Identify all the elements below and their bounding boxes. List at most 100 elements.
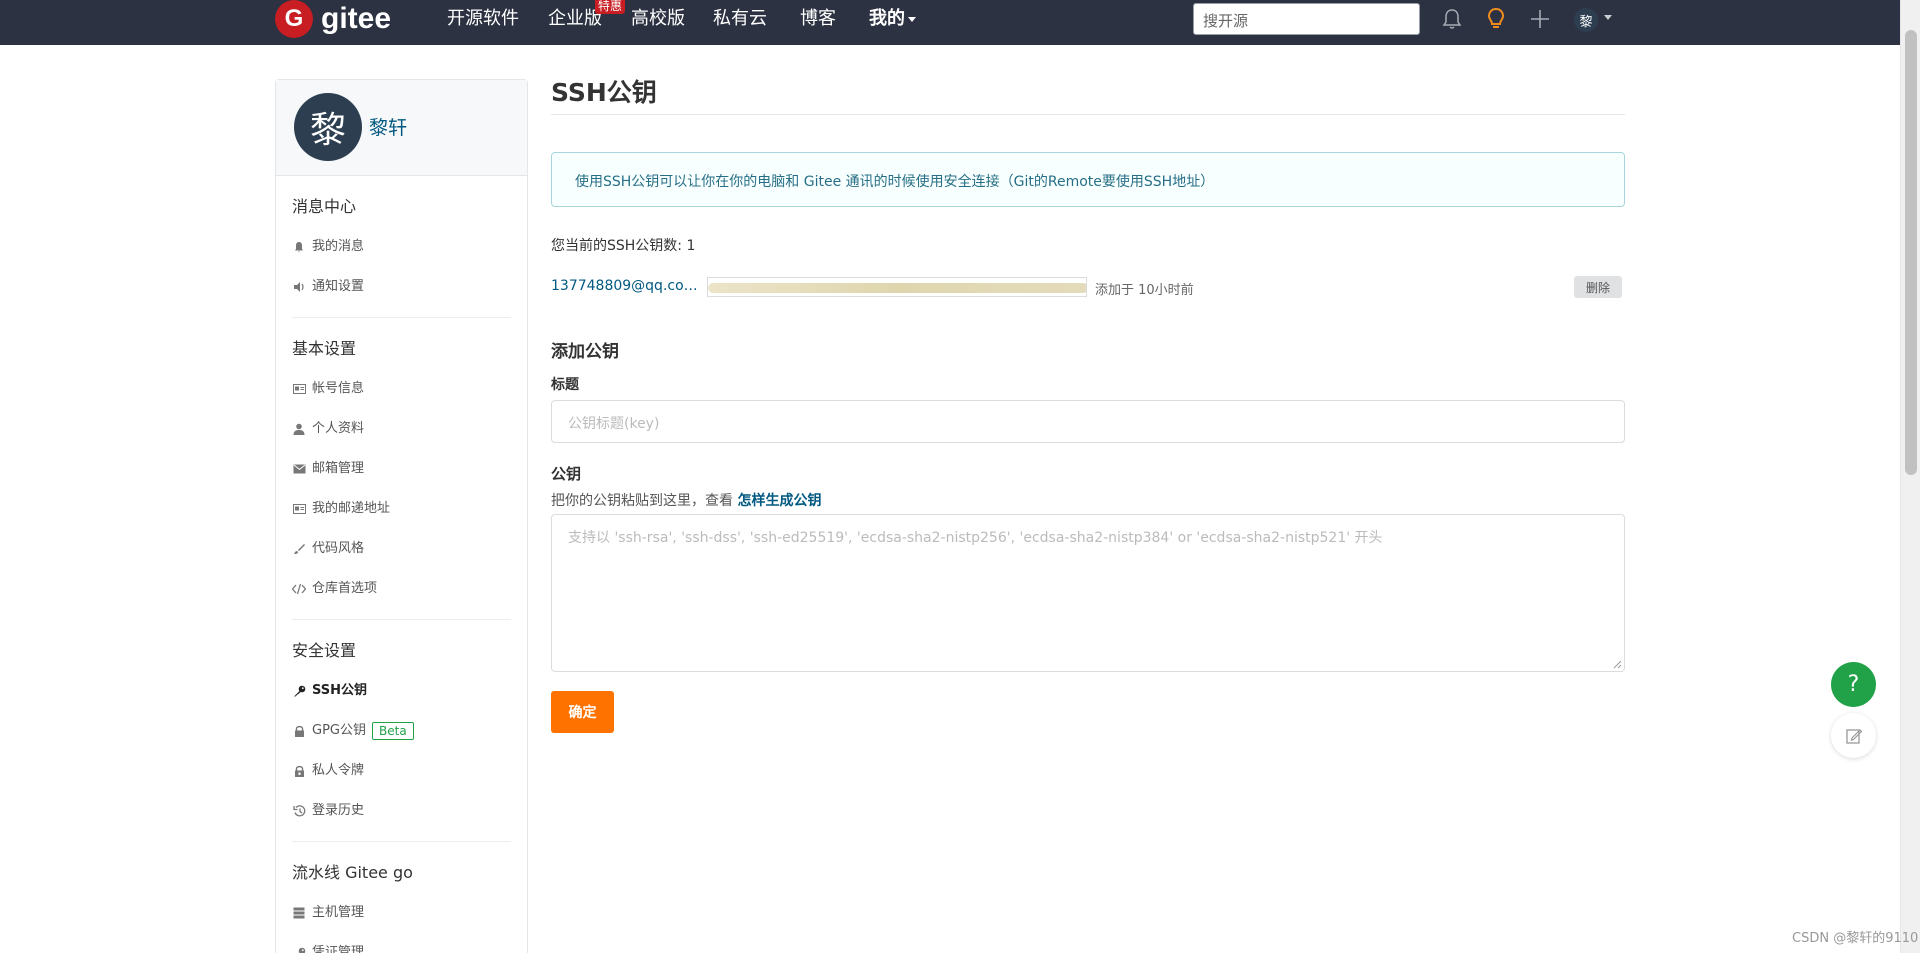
sidebar-item-email[interactable]: 邮箱管理 (292, 449, 511, 489)
sidebar-item-account-info[interactable]: 帐号信息 (292, 369, 511, 409)
watermark: CSDN @黎轩的9110 (1792, 931, 1919, 946)
sidebar-item-label: 代码风格 (312, 541, 365, 556)
sidebar-item-label: 帐号信息 (312, 381, 365, 396)
scrollbar-thumb[interactable] (1905, 30, 1917, 475)
ssh-key-fingerprint (707, 277, 1087, 297)
bell-icon (292, 240, 306, 254)
sidebar-item-label: 登录历史 (312, 803, 365, 818)
code-icon (292, 582, 306, 596)
address-card-icon (292, 502, 306, 516)
volume-icon (292, 280, 306, 294)
search-input[interactable]: 搜开源 (1193, 3, 1420, 35)
help-button[interactable]: ? (1831, 662, 1876, 707)
gitee-logo[interactable]: G gitee (275, 0, 392, 38)
sidebar-section-messages: 消息中心 我的消息 通知设置 (292, 176, 511, 318)
sidebar-item-label: 个人资料 (312, 421, 365, 436)
sidebar-item-host-management[interactable]: 主机管理 (292, 893, 511, 933)
sidebar-item-gpg-keys[interactable]: GPG公钥 Beta (292, 711, 511, 751)
sidebar-section-basic: 基本设置 帐号信息 个人资料 邮箱管理 我的邮递地址 代码风格 仓库首选项 (292, 318, 511, 620)
ssh-key-count: 您当前的SSH公钥数: 1 (551, 238, 696, 254)
info-message: 使用SSH公钥可以让你在你的电脑和 Gitee 通讯的时候使用安全连接（Git的… (551, 152, 1625, 207)
sidebar-item-profile[interactable]: 个人资料 (292, 409, 511, 449)
brush-icon (292, 542, 306, 556)
gitee-logo-text: gitee (321, 2, 392, 35)
sidebar-item-credentials[interactable]: 凭证管理 (292, 933, 511, 953)
sidebar-item-ssh-keys[interactable]: SSH公钥 (292, 671, 511, 711)
avatar[interactable]: 黎 (294, 93, 362, 161)
gitee-logo-icon: G (275, 0, 313, 38)
sidebar-section-pipeline: 流水线 Gitee go 主机管理 凭证管理 (292, 842, 511, 953)
delete-key-button[interactable]: 删除 (1574, 276, 1622, 298)
sidebar-item-notification-settings[interactable]: 通知设置 (292, 267, 511, 307)
public-key-textarea[interactable]: 支持以 'ssh-rsa', 'ssh-dss', 'ssh-ed25519',… (551, 514, 1625, 672)
sidebar-item-label: 通知设置 (312, 279, 365, 294)
resize-handle-icon[interactable] (1612, 659, 1622, 669)
sidebar-item-label: 主机管理 (312, 905, 365, 920)
how-to-generate-link[interactable]: 怎样生成公钥 (737, 493, 821, 509)
bell-icon[interactable] (1439, 6, 1465, 32)
nav-blog[interactable]: 博客 (800, 7, 836, 31)
id-card-icon (292, 382, 306, 396)
submit-button[interactable]: 确定 (551, 691, 614, 733)
sidebar-item-label: 凭证管理 (312, 945, 365, 953)
nav-open-source[interactable]: 开源软件 (447, 7, 519, 31)
sidebar-item-private-tokens[interactable]: 私人令牌 (292, 751, 511, 791)
key-title-input[interactable]: 公钥标题(key) (551, 400, 1625, 443)
nav-mine[interactable]: 我的 (869, 7, 916, 31)
key-icon (292, 684, 306, 698)
nav-education[interactable]: 高校版 (631, 7, 685, 31)
sidebar-item-repo-prefs[interactable]: 仓库首选项 (292, 569, 511, 609)
sidebar-item-label: 仓库首选项 (312, 581, 378, 596)
sidebar-section-title: 安全设置 (292, 641, 357, 660)
plus-icon[interactable] (1527, 6, 1553, 32)
sidebar-section-title: 流水线 Gitee go (292, 863, 413, 882)
user-avatar[interactable]: 黎 (1574, 8, 1598, 32)
public-key-label: 公钥 (551, 465, 582, 483)
sidebar-item-label: 我的消息 (312, 239, 365, 254)
chevron-down-icon (908, 16, 916, 22)
sidebar-section-security: 安全设置 SSH公钥 GPG公钥 Beta 私人令牌 登录历史 (292, 620, 511, 842)
page-scrollbar[interactable] (1900, 0, 1920, 953)
sidebar-item-label: 邮箱管理 (312, 461, 365, 476)
ssh-key-title[interactable]: 137748809@qq.co… (551, 278, 698, 294)
sidebar-section-title: 基本设置 (292, 339, 357, 358)
sidebar-item-label: 我的邮递地址 (312, 501, 391, 516)
question-icon: ? (1847, 672, 1860, 697)
sidebar-item-label: SSH公钥 (312, 683, 368, 698)
redaction-mark (708, 283, 1086, 293)
lock-icon (292, 724, 306, 738)
nav-private-cloud[interactable]: 私有云 (713, 7, 767, 31)
beta-badge: Beta (372, 722, 414, 740)
user-icon (292, 422, 306, 436)
sidebar-item-label: GPG公钥 (312, 723, 366, 738)
page-title: SSH公钥 (551, 79, 1625, 115)
settings-sidebar: 黎 黎轩 消息中心 我的消息 通知设置 基本设置 帐号信息 个人资料 邮箱管理 … (275, 79, 528, 953)
sidebar-section-title: 消息中心 (292, 197, 357, 216)
ssh-key-row: 137748809@qq.co… 添加于 10小时前 删除 (551, 276, 1625, 298)
feedback-button[interactable] (1831, 713, 1876, 758)
sidebar-item-login-history[interactable]: 登录历史 (292, 791, 511, 831)
sidebar-item-code-style[interactable]: 代码风格 (292, 529, 511, 569)
key-title-label: 标题 (551, 377, 579, 393)
mail-icon (292, 462, 306, 476)
unlock-icon (292, 764, 306, 778)
profile-username[interactable]: 黎轩 (369, 113, 407, 140)
nav-mine-label: 我的 (869, 8, 905, 29)
nav-enterprise[interactable]: 企业版 (548, 7, 602, 31)
history-icon (292, 804, 306, 818)
edit-icon (1845, 728, 1862, 744)
add-key-heading: 添加公钥 (551, 342, 619, 362)
chevron-down-icon[interactable] (1604, 15, 1612, 20)
ssh-key-added-time: 添加于 10小时前 (1095, 283, 1194, 298)
sidebar-item-address[interactable]: 我的邮递地址 (292, 489, 511, 529)
server-icon (292, 906, 306, 920)
hot-badge: 特惠 (595, 0, 626, 14)
hint-text: 把你的公钥粘贴到这里，查看 (551, 493, 738, 509)
main-content: SSH公钥 使用SSH公钥可以让你在你的电脑和 Gitee 通讯的时候使用安全连… (551, 79, 1625, 733)
lightbulb-icon[interactable] (1483, 6, 1509, 32)
sidebar-item-my-messages[interactable]: 我的消息 (292, 227, 511, 267)
textarea-placeholder: 支持以 'ssh-rsa', 'ssh-dss', 'ssh-ed25519',… (568, 530, 1383, 546)
sidebar-profile: 黎 黎轩 (276, 80, 527, 176)
top-navbar: G gitee 开源软件 企业版 特惠 高校版 私有云 博客 我的 搜开源 黎 (0, 0, 1920, 45)
key-icon (292, 946, 306, 953)
